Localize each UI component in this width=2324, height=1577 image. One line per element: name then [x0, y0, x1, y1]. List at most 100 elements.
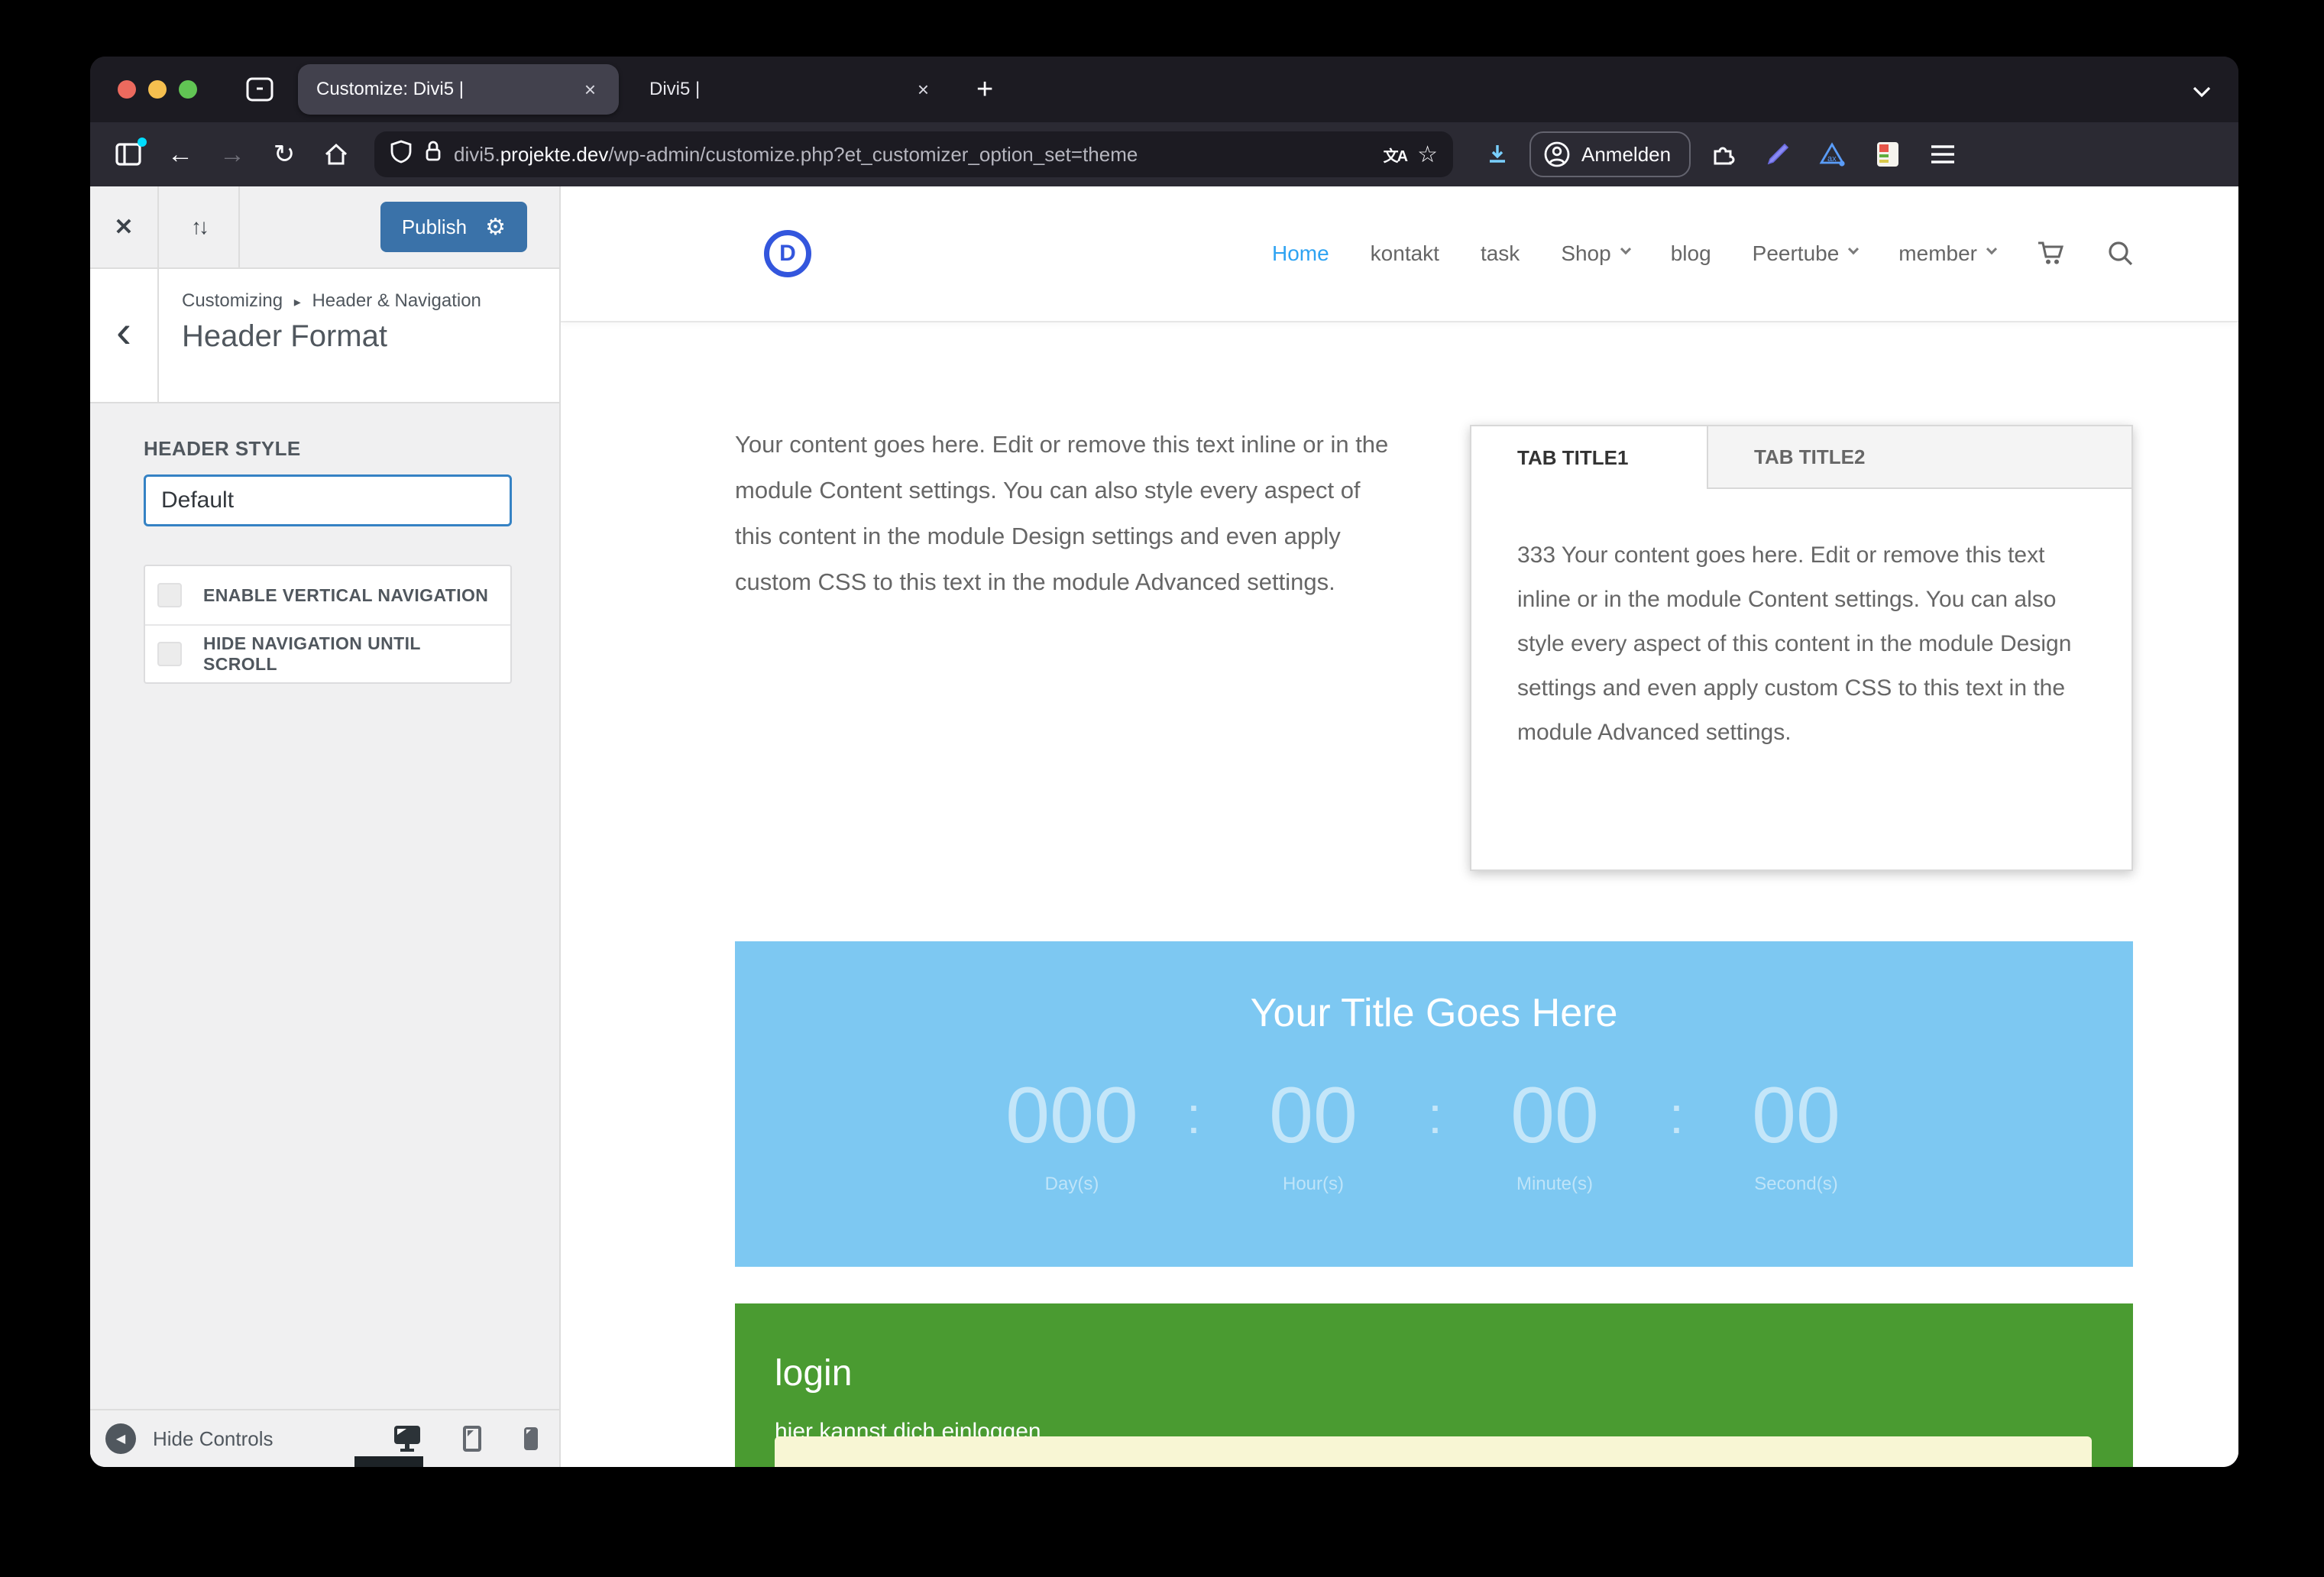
bookmark-star-icon[interactable]: ☆ — [1417, 141, 1438, 168]
nav-item-task[interactable]: task — [1481, 241, 1520, 266]
reorder-icon[interactable]: ↑↓ — [159, 186, 240, 267]
svg-text:ax: ax — [1827, 154, 1837, 164]
tab-title1[interactable]: TAB TITLE1 — [1471, 426, 1708, 489]
page-colors-icon[interactable] — [1865, 131, 1911, 177]
menu-icon[interactable] — [1920, 131, 1966, 177]
home-button[interactable] — [313, 131, 359, 177]
sign-in-label: Anmelden — [1581, 142, 1672, 166]
tab-title2[interactable]: TAB TITLE2 — [1708, 426, 1911, 487]
nav-item-member[interactable]: member — [1898, 241, 1998, 266]
countdown-separator: : — [1428, 1086, 1442, 1145]
countdown-separator: : — [1669, 1086, 1684, 1145]
nav-item-blog[interactable]: blog — [1671, 241, 1711, 266]
back-chevron-button[interactable]: ‹ — [90, 269, 159, 402]
panel-title: Header Format — [182, 319, 387, 353]
sign-in-button[interactable]: Anmelden — [1529, 131, 1691, 177]
cart-icon[interactable] — [2037, 241, 2066, 267]
nav-item-shop[interactable]: Shop — [1561, 241, 1631, 266]
publish-label: Publish — [401, 215, 468, 238]
publish-settings-gear-icon[interactable]: ⚙ — [485, 214, 506, 241]
nav-item-kontakt[interactable]: kontakt — [1371, 241, 1439, 266]
toggle-group: ENABLE VERTICAL NAVIGATION HIDE NAVIGATI… — [144, 565, 512, 684]
site-preview: D Home kontakt task Shop blog Peertube m… — [561, 186, 2238, 1467]
header-style-select[interactable]: Default — [144, 474, 512, 526]
preview-desktop-button[interactable] — [394, 1426, 420, 1452]
header-style-value: Default — [161, 487, 235, 513]
reload-button[interactable]: ↻ — [261, 131, 307, 177]
new-tab-button[interactable]: + — [967, 73, 1002, 106]
window-controls — [118, 80, 197, 99]
screen: Customize: Divi5 | × Divi5 | × + ← → ↻ d… — [0, 0, 2324, 1577]
toolbar-right-icons: Anmelden ax — [1474, 131, 1966, 177]
chevron-down-icon — [1986, 244, 1998, 255]
checkbox-icon[interactable] — [157, 642, 182, 666]
browser-tab-bar: Customize: Divi5 | × Divi5 | × + — [90, 57, 2238, 122]
site-nav: Home kontakt task Shop blog Peertube mem… — [1272, 240, 2135, 267]
nav-item-peertube[interactable]: Peertube — [1753, 241, 1860, 266]
preview-tablet-button[interactable] — [463, 1426, 481, 1452]
toggle-label: HIDE NAVIGATION UNTIL SCROLL — [203, 633, 421, 674]
tab-close-icon[interactable]: × — [910, 75, 937, 105]
close-customizer-button[interactable]: ✕ — [90, 186, 159, 267]
tab-customize-divi5[interactable]: Customize: Divi5 | × — [298, 64, 619, 115]
chevron-down-icon — [1848, 244, 1860, 255]
tab-title: Customize: Divi5 | — [316, 79, 464, 99]
active-device-indicator — [354, 1456, 423, 1467]
publish-button[interactable]: Publish ⚙ — [380, 202, 527, 252]
translate-icon[interactable]: 文A — [1384, 144, 1408, 166]
browser-window: Customize: Divi5 | × Divi5 | × + ← → ↻ d… — [90, 57, 2238, 1467]
axe-devtools-icon[interactable]: ax — [1810, 131, 1856, 177]
close-window-button[interactable] — [118, 80, 136, 99]
nav-item-home[interactable]: Home — [1272, 241, 1329, 266]
countdown-title: Your Title Goes Here — [1250, 991, 1618, 1035]
lock-icon[interactable] — [423, 139, 443, 170]
customizer-section-header: ‹ Customizing ▸ Header & Navigation Head… — [90, 269, 559, 403]
tabs-bar: TAB TITLE1 TAB TITLE2 — [1471, 426, 2131, 489]
login-title: login — [775, 1353, 853, 1394]
countdown-seconds-label: Second(s) — [1754, 1174, 1838, 1194]
minimize-window-button[interactable] — [148, 80, 167, 99]
shield-icon[interactable] — [390, 139, 413, 170]
search-icon[interactable] — [2107, 240, 2135, 267]
tabs-module: TAB TITLE1 TAB TITLE2 333 Your content g… — [1470, 425, 2133, 871]
url-bar[interactable]: divi5.projekte.dev/wp-admin/customize.ph… — [374, 131, 1453, 177]
preview-mobile-button[interactable] — [524, 1427, 538, 1450]
site-logo[interactable]: D — [764, 230, 811, 277]
countdown-days-value: 000 — [1005, 1071, 1138, 1160]
pen-tool-icon[interactable] — [1755, 131, 1801, 177]
login-module: login hier kannst dich einloggen — [735, 1303, 2133, 1467]
tab-divi5[interactable]: Divi5 | × — [631, 64, 952, 115]
breadcrumb: Customizing ▸ Header & Navigation — [182, 290, 481, 311]
sidebar-toggle-icon[interactable] — [105, 131, 151, 177]
browser-toolbar: ← → ↻ divi5.projekte.dev/wp-admin/custom… — [90, 122, 2238, 186]
toggle-vertical-navigation[interactable]: ENABLE VERTICAL NAVIGATION — [145, 566, 510, 624]
forward-button[interactable]: → — [209, 131, 255, 177]
extensions-icon[interactable] — [1700, 131, 1746, 177]
customizer-sidebar: ✕ ↑↓ Publish ⚙ ‹ Customizing ▸ Header & … — [90, 186, 561, 1467]
intro-text: Your content goes here. Edit or remove t… — [735, 431, 1389, 595]
tab-content: 333 Your content goes here. Edit or remo… — [1517, 542, 2072, 745]
hide-controls-label[interactable]: Hide Controls — [153, 1427, 274, 1451]
countdown-timer: 000 Day(s) : 00 Hour(s) : 00 Minute(s):… — [735, 1073, 2133, 1195]
countdown-days-label: Day(s) — [1044, 1174, 1099, 1194]
page-content: Your content goes here. Edit or remove t… — [561, 321, 2238, 1467]
customizer-footer: ◀ Hide Controls — [90, 1409, 559, 1467]
collapse-sidebar-button[interactable]: ◀ — [105, 1423, 136, 1454]
toggle-label: ENABLE VERTICAL NAVIGATION — [203, 584, 489, 605]
back-button[interactable]: ← — [157, 131, 203, 177]
url-text[interactable]: divi5.projekte.dev/wp-admin/customize.ph… — [454, 143, 1373, 167]
notification-dot — [138, 138, 147, 147]
firefox-view-icon[interactable] — [246, 77, 274, 102]
toggle-hide-navigation-until-scroll[interactable]: HIDE NAVIGATION UNTIL SCROLL — [145, 624, 510, 682]
list-all-tabs-icon[interactable] — [2193, 76, 2211, 104]
checkbox-icon[interactable] — [157, 583, 182, 607]
tab-close-icon[interactable]: × — [577, 75, 604, 105]
tab-title: Divi5 | — [649, 79, 701, 99]
zoom-window-button[interactable] — [179, 80, 197, 99]
downloads-icon[interactable] — [1474, 131, 1520, 177]
countdown-hours-label: Hour(s) — [1282, 1174, 1344, 1194]
login-form-field[interactable] — [775, 1436, 2092, 1467]
countdown-module: Your Title Goes Here 000 Day(s) : 00 Hou… — [735, 941, 2133, 1267]
countdown-separator: : — [1186, 1086, 1201, 1145]
breadcrumb-separator-icon: ▸ — [293, 294, 301, 309]
